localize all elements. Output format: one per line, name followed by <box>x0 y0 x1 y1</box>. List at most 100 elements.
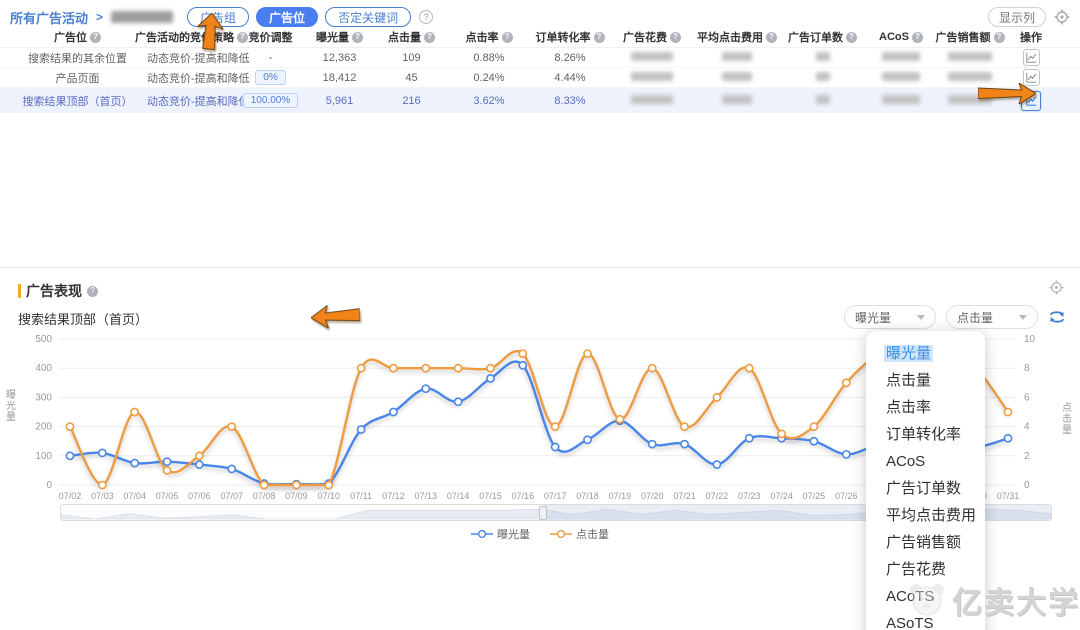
table-cell <box>781 94 864 107</box>
table-header-row: 广告位? 广告活动的竞价策略? 竞价调整 曝光量? 点击量? 点击率? 订单转化率? 广告花费… <box>0 27 1080 48</box>
swap-metrics-icon[interactable] <box>1048 309 1066 325</box>
table-cell: 搜索结果的其余位置 <box>28 52 127 65</box>
redacted-value <box>631 94 673 104</box>
chevron-down-icon <box>1019 314 1027 320</box>
bid-adjustment-cell: 0% <box>236 70 305 85</box>
table-cell <box>864 51 938 64</box>
table-cell: 8.33% <box>554 94 586 107</box>
svg-text:07/19: 07/19 <box>609 491 632 501</box>
annotation-arrow-up-placement-tab <box>195 12 225 51</box>
table-cell: 216 <box>402 94 421 107</box>
dropdown-item[interactable]: 平均点击费用 <box>866 502 985 529</box>
datazoom-handle[interactable] <box>539 506 547 520</box>
legend-item[interactable]: 点击量 <box>550 526 609 542</box>
table-cell: 12,363 <box>322 51 357 64</box>
column-header: 订单转化率? <box>529 29 611 45</box>
dropdown-item[interactable]: 曝光量 <box>866 340 985 367</box>
breadcrumb[interactable]: 所有广告活动 <box>10 8 88 27</box>
svg-text:0: 0 <box>1024 480 1030 491</box>
chart-settings-gear-icon[interactable] <box>1049 280 1064 295</box>
column-header: 平均点击费用? <box>693 29 781 45</box>
info-icon: ? <box>90 31 101 43</box>
redacted-value <box>815 51 830 61</box>
dropdown-item[interactable]: 订单转化率 <box>866 421 985 448</box>
metric-select-secondary[interactable]: 点击量 <box>946 305 1038 329</box>
section-accent-bar <box>18 284 21 298</box>
annotation-arrow-left-subtitle <box>310 304 361 330</box>
svg-text:10: 10 <box>1024 334 1036 345</box>
settings-gear-icon[interactable] <box>1054 9 1070 25</box>
svg-text:07/07: 07/07 <box>220 491 243 501</box>
dropdown-item[interactable]: 广告订单数 <box>866 475 985 502</box>
bid-adjustment-value[interactable]: 0% <box>255 70 286 85</box>
table-cell: 产品页面 <box>55 72 100 85</box>
column-header: 曝光量? <box>305 29 374 45</box>
dropdown-item[interactable]: 广告销售额 <box>866 529 985 556</box>
svg-text:07/23: 07/23 <box>738 491 761 501</box>
help-icon: ? <box>419 10 434 24</box>
annotation-arrow-right-action <box>978 83 1036 104</box>
watermark-text: 亿卖大学 <box>952 587 1080 620</box>
svg-text:07/26: 07/26 <box>835 491 858 501</box>
table-cell <box>781 51 864 64</box>
table-cell: 动态竞价-提高和降低 <box>147 52 250 65</box>
dropdown-item[interactable]: 点击率 <box>866 394 985 421</box>
watermark-logo-icon <box>910 584 944 616</box>
svg-text:07/14: 07/14 <box>447 491 470 501</box>
table-cell <box>864 94 938 107</box>
table-cell: 0.24% <box>473 71 505 84</box>
legend-item[interactable]: 曝光量 <box>471 526 530 542</box>
svg-text:07/18: 07/18 <box>576 491 599 501</box>
tab-placement[interactable]: 广告位 <box>256 7 319 27</box>
table-cell <box>864 71 938 84</box>
info-icon: ? <box>846 31 857 43</box>
svg-text:07/24: 07/24 <box>770 491 793 501</box>
svg-text:4: 4 <box>1024 422 1030 433</box>
redacted-value <box>815 71 830 81</box>
top-toolbar: 所有广告活动 > 广告组 广告位 否定关键词 ? 显示列 <box>10 5 1070 29</box>
svg-text:100: 100 <box>35 451 52 462</box>
table-cell <box>611 71 693 84</box>
svg-text:07/21: 07/21 <box>673 491 696 501</box>
svg-text:07/31: 07/31 <box>997 491 1020 501</box>
table-row: 搜索结果的其余位置 动态竞价-提高和降低 - 12,363 109 0.88% 8.26% <box>0 48 1080 68</box>
svg-text:8: 8 <box>1024 363 1030 374</box>
bid-adjustment-value[interactable]: 100.00% <box>242 93 299 108</box>
svg-text:07/13: 07/13 <box>415 491 438 501</box>
table-cell: 搜索结果顶部（首页） <box>22 95 133 108</box>
dropdown-item[interactable]: 点击量 <box>866 367 985 394</box>
info-icon: ? <box>593 31 605 43</box>
tab-negative-keywords[interactable]: 否定关键词 <box>325 7 412 27</box>
redacted-value <box>815 94 830 104</box>
show-columns-button[interactable]: 显示列 <box>987 7 1046 27</box>
column-header: 广告位? <box>8 29 147 45</box>
table-cell: 动态竞价-提高和降低 <box>147 95 250 108</box>
redacted-value <box>722 51 752 61</box>
metric-select-primary[interactable]: 曝光量 <box>844 305 936 329</box>
left-axis-title: 曝 光 量 <box>6 390 16 423</box>
bid-adjustment-cell: - <box>268 51 273 64</box>
column-header: 操作 <box>1020 32 1042 44</box>
selected-placement-label: 搜索结果顶部（首页） <box>18 312 149 327</box>
table-cell: 0.88% <box>473 51 505 64</box>
info-icon: ? <box>766 31 777 43</box>
column-header: 广告订单数? <box>781 29 864 45</box>
svg-text:07/20: 07/20 <box>641 491 664 501</box>
svg-text:07/04: 07/04 <box>123 491 146 501</box>
table-cell <box>781 71 864 84</box>
svg-text:07/09: 07/09 <box>285 491 308 501</box>
view-chart-button[interactable] <box>1022 49 1040 66</box>
redacted-value <box>631 51 673 61</box>
redacted-value <box>722 94 752 104</box>
info-icon: ? <box>501 31 513 43</box>
dropdown-item[interactable]: ACoS <box>866 448 985 475</box>
table-cell <box>693 51 781 64</box>
redacted-value <box>882 94 920 104</box>
placements-table: 广告位? 广告活动的竞价策略? 竞价调整 曝光量? 点击量? 点击率? 订单转化率? 广告花费… <box>0 27 1080 113</box>
redacted-value <box>722 71 752 81</box>
table-cell: 5,961 <box>325 94 354 107</box>
column-header: 点击率? <box>449 29 529 45</box>
campaign-name-redacted <box>111 11 174 23</box>
table-cell <box>938 51 1002 64</box>
svg-text:07/06: 07/06 <box>188 491 211 501</box>
